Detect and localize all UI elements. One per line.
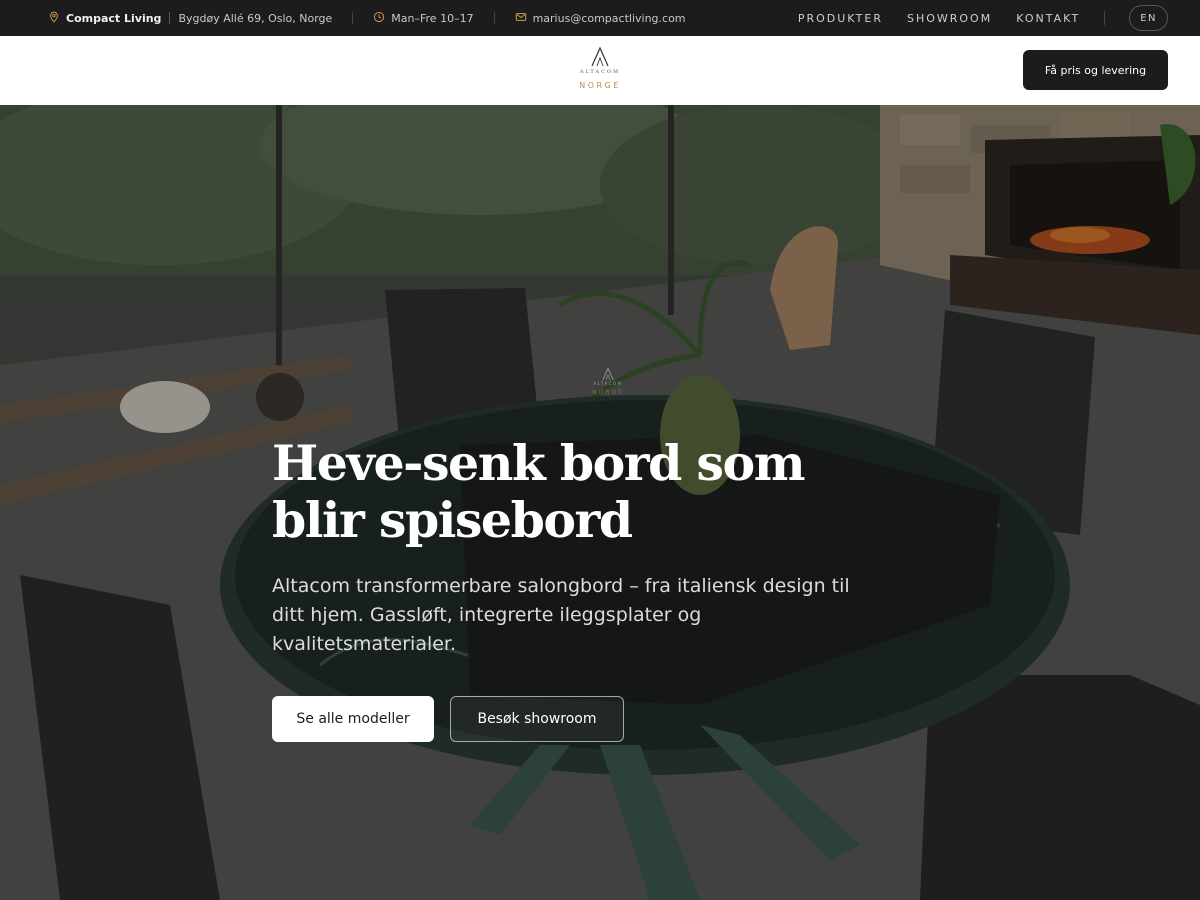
hero-description: Altacom transformerbare salongbord – fra…: [272, 575, 850, 655]
opening-hours: Man–Fre 10–17: [373, 11, 474, 26]
divider: [352, 12, 354, 24]
logo-country-text: NORGE: [579, 81, 621, 90]
location-pin-icon: [48, 11, 60, 26]
nav-produkter[interactable]: PRODUKTER: [798, 12, 883, 25]
mail-icon: [515, 11, 527, 26]
hero-watermark-country: NORGE: [592, 389, 624, 396]
top-navigation: PRODUKTER SHOWROOM KONTAKT EN: [798, 5, 1168, 31]
logo[interactable]: ALTACOM NORGE: [560, 46, 640, 90]
clock-icon: [373, 11, 385, 26]
nav-kontakt[interactable]: KONTAKT: [1016, 12, 1080, 25]
address-info: Compact Living Bygdøy Allé 69, Oslo, Nor…: [48, 11, 332, 26]
company-name: Compact Living: [66, 11, 162, 25]
hero-title: Heve-senk bord som blir spisebord: [272, 434, 806, 549]
address-text: Bygdøy Allé 69, Oslo, Norge: [178, 11, 333, 25]
top-info-bar: Compact Living Bygdøy Allé 69, Oslo, Nor…: [0, 0, 1200, 36]
divider: [493, 12, 495, 24]
site-header: ALTACOM NORGE Få pris og levering: [0, 36, 1200, 105]
altacom-logo-icon: [560, 46, 640, 68]
hours-text: Man–Fre 10–17: [391, 11, 474, 25]
logo-brand-text: ALTACOM: [579, 69, 621, 75]
divider: [169, 12, 171, 24]
visit-showroom-button[interactable]: Besøk showroom: [450, 696, 624, 742]
hero-section: ALTACOM NORGE Heve-senk bord som blir sp…: [0, 105, 1200, 900]
email-info[interactable]: marius@compactliving.com: [515, 11, 686, 26]
language-switch[interactable]: EN: [1129, 5, 1168, 31]
get-price-button[interactable]: Få pris og levering: [1023, 50, 1168, 90]
altacom-logo-icon: [585, 367, 631, 381]
hero-watermark-logo: ALTACOM NORGE: [585, 367, 631, 396]
hero-watermark-brand: ALTACOM: [593, 381, 623, 386]
nav-showroom[interactable]: SHOWROOM: [907, 12, 992, 25]
email-link[interactable]: marius@compactliving.com: [533, 12, 686, 25]
divider: [1104, 11, 1106, 25]
see-all-models-button[interactable]: Se alle modeller: [272, 696, 434, 742]
